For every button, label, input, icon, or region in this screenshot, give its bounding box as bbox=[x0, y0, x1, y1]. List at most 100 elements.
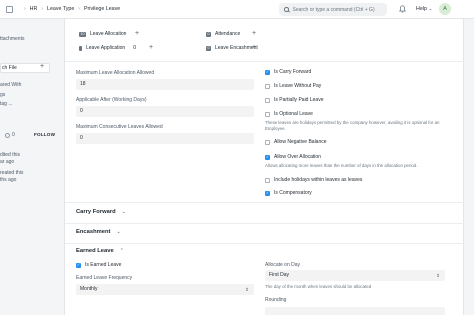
allow-over-allocation-checkbox[interactable]: ✓ Allow Over Allocation bbox=[265, 154, 321, 160]
checkbox-label: Is Leave Without Pay bbox=[274, 83, 322, 89]
connection-label: Attendance bbox=[215, 31, 241, 37]
connection-label: Leave Application bbox=[86, 45, 126, 51]
edited-time-text: ar ago bbox=[0, 159, 15, 165]
max-consecutive-label: Maximum Consecutive Leaves Allowed bbox=[76, 124, 163, 130]
checkbox-checked-icon: ✓ bbox=[76, 262, 81, 268]
breadcrumb: › HR › Leave Type › Privilege Leave bbox=[20, 6, 120, 12]
chevron-up-icon: ⌃ bbox=[119, 248, 124, 254]
count-badge: 0 bbox=[206, 31, 211, 37]
section-title: Encashment bbox=[76, 229, 111, 235]
is-earned-leave-checkbox[interactable]: ✓ Is Earned Leave bbox=[76, 262, 121, 268]
follow-count: 0 bbox=[12, 132, 15, 138]
checkbox-icon bbox=[265, 111, 270, 117]
count-badge: 10 bbox=[79, 31, 86, 37]
connection-leave-allocation[interactable]: 10 Leave Allocation bbox=[79, 30, 126, 38]
chevron-right-icon: › bbox=[24, 6, 26, 12]
divider bbox=[65, 243, 465, 244]
chevron-down-icon: ⌄ bbox=[116, 229, 121, 235]
add-tag-link[interactable]: tag ... bbox=[0, 101, 13, 107]
is-ppl-checkbox[interactable]: Is Partially Paid Leave bbox=[265, 97, 323, 103]
frequency-value: Monthly bbox=[80, 286, 98, 292]
frequency-select[interactable]: Monthly ⇕ bbox=[76, 284, 254, 295]
checkbox-label: Is Optional Leave bbox=[274, 111, 313, 117]
applicable-after-input[interactable]: 0 bbox=[76, 106, 254, 117]
connection-label: Leave Allocation bbox=[90, 31, 127, 37]
shared-with-label: ared With bbox=[0, 82, 22, 88]
checkbox-icon bbox=[265, 177, 270, 183]
chevron-right-icon: › bbox=[78, 6, 80, 12]
count-badge bbox=[79, 45, 82, 51]
checkbox-checked-icon: ✓ bbox=[265, 69, 270, 75]
connection-leave-application[interactable]: Leave Application 0 bbox=[79, 44, 136, 52]
checkbox-icon bbox=[265, 139, 270, 145]
follow-button[interactable]: FOLLOW bbox=[34, 132, 55, 137]
rounding-select[interactable] bbox=[265, 307, 445, 315]
max-allocation-label: Maximum Leave Allocation Allowed bbox=[76, 70, 155, 76]
is-compensatory-checkbox[interactable]: ✓ Is Compensatory bbox=[265, 190, 312, 196]
section-carry-forward[interactable]: Carry Forward ⌄ bbox=[76, 209, 126, 215]
connection-attendance[interactable]: 0 Attendance bbox=[206, 30, 240, 38]
allow-negative-checkbox[interactable]: Allow Negative Balance bbox=[265, 139, 327, 145]
applicable-after-label: Applicable After (Working Days) bbox=[76, 97, 147, 103]
checkbox-label: Allow Over Allocation bbox=[274, 154, 321, 160]
add-leave-allocation-button[interactable]: + bbox=[133, 30, 141, 38]
breadcrumb-hr[interactable]: HR bbox=[30, 6, 38, 12]
checkbox-icon bbox=[265, 97, 270, 103]
divider bbox=[65, 202, 465, 203]
allocate-on-select[interactable]: First Day ⇕ bbox=[265, 270, 445, 281]
optional-leave-description: These leaves are holidays permitted by t… bbox=[265, 120, 440, 131]
divider bbox=[65, 61, 465, 62]
created-by-text: reated this bbox=[0, 170, 24, 176]
section-title: Carry Forward bbox=[76, 209, 116, 215]
bell-icon[interactable] bbox=[399, 5, 406, 13]
help-label: Help bbox=[416, 6, 427, 12]
search-placeholder: Search or type a command (Ctrl + G) bbox=[292, 6, 375, 13]
breadcrumb-current[interactable]: Privilege Leave bbox=[84, 6, 120, 12]
frequency-label: Earned Leave Frequency bbox=[76, 275, 133, 281]
rounding-label: Rounding bbox=[265, 297, 287, 303]
max-consecutive-input[interactable]: 0 bbox=[76, 133, 254, 144]
search-bar[interactable]: Search or type a command (Ctrl + G) bbox=[279, 3, 387, 16]
edited-by-text: dited this bbox=[0, 152, 21, 158]
section-title: Earned Leave bbox=[76, 248, 114, 254]
add-attendance-button[interactable]: + bbox=[250, 30, 258, 38]
is-lwp-checkbox[interactable]: Is Leave Without Pay bbox=[265, 83, 321, 89]
allocate-on-value: First Day bbox=[269, 272, 289, 278]
app-logo-icon[interactable] bbox=[6, 6, 13, 13]
checkbox-label: Is Partially Paid Leave bbox=[274, 97, 324, 103]
plus-icon[interactable]: + bbox=[40, 63, 44, 70]
created-time-text: ths ago bbox=[0, 177, 17, 183]
checkbox-icon bbox=[265, 83, 270, 89]
breadcrumb-leave-type[interactable]: Leave Type bbox=[47, 6, 74, 12]
section-earned-leave[interactable]: Earned Leave ⌃ bbox=[76, 248, 124, 254]
connection-count: 0 bbox=[133, 45, 136, 51]
checkbox-label: Allow Negative Balance bbox=[274, 139, 327, 145]
checkbox-label: Is Carry Forward bbox=[274, 69, 312, 75]
checkbox-checked-icon: ✓ bbox=[265, 190, 270, 196]
allocate-on-label: Allocate on Day bbox=[265, 262, 301, 268]
sidebar: ttachments ch File + ared With gs tag ..… bbox=[0, 19, 60, 315]
search-icon bbox=[284, 7, 289, 12]
attach-file-label: ch File bbox=[2, 65, 17, 71]
add-leave-application-button[interactable]: + bbox=[147, 44, 155, 52]
select-arrows-icon: ⇕ bbox=[436, 273, 440, 278]
include-holidays-checkbox[interactable]: Include holidays within leaves as leaves bbox=[265, 177, 362, 183]
checkbox-label: Is Earned Leave bbox=[85, 262, 122, 268]
divider bbox=[65, 223, 465, 224]
chevron-down-icon: ⌄ bbox=[428, 6, 433, 11]
is-carry-forward-checkbox[interactable]: ✓ Is Carry Forward bbox=[265, 69, 311, 75]
count-badge: 0 bbox=[206, 45, 211, 51]
chevron-right-icon: › bbox=[41, 6, 43, 12]
checkbox-checked-icon: ✓ bbox=[265, 154, 270, 160]
navbar: › HR › Leave Type › Privilege Leave Sear… bbox=[0, 0, 474, 19]
is-optional-leave-checkbox[interactable]: Is Optional Leave bbox=[265, 111, 313, 117]
like-icon[interactable] bbox=[5, 133, 10, 138]
avatar[interactable]: A bbox=[439, 3, 451, 15]
tags-label: gs bbox=[0, 92, 6, 98]
section-encashment[interactable]: Encashment ⌄ bbox=[76, 229, 121, 235]
max-allocation-input[interactable]: 18 bbox=[76, 79, 254, 90]
add-leave-encashment-button[interactable]: + bbox=[250, 44, 258, 52]
chevron-down-icon: ⌄ bbox=[121, 209, 126, 215]
checkbox-label: Is Compensatory bbox=[274, 190, 312, 196]
help-menu[interactable]: Help ⌄ bbox=[416, 6, 432, 12]
